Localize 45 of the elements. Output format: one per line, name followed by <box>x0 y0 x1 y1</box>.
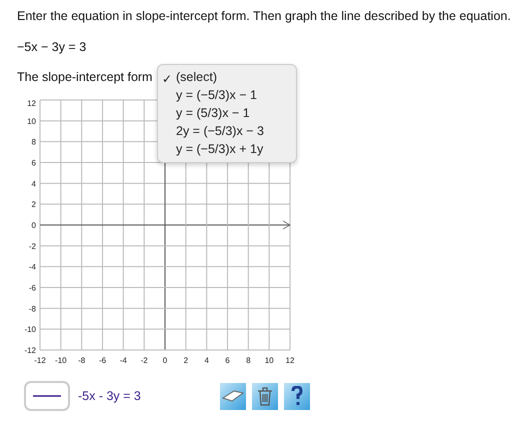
line-equation-label: -5x - 3y = 3 <box>78 389 141 403</box>
dropdown-option[interactable]: y = (5/3)x − 1 <box>176 104 250 122</box>
y-tick-label: 2 <box>32 200 36 210</box>
y-tick-label: -4 <box>28 262 36 272</box>
trash-icon <box>257 386 273 406</box>
y-tick-label: 12 <box>27 99 36 108</box>
x-tick-label: -12 <box>34 356 46 365</box>
help-button[interactable] <box>284 382 310 410</box>
y-tick-label: -12 <box>24 346 36 355</box>
y-tick-label: 4 <box>32 179 36 188</box>
y-tick-label: -6 <box>28 284 36 292</box>
x-tick-label: 4 <box>204 356 209 365</box>
x-tick-label: -10 <box>55 356 67 365</box>
x-tick-label: -6 <box>98 356 106 365</box>
eraser-icon <box>222 389 244 403</box>
y-tick-label: 8 <box>32 138 36 147</box>
line-icon <box>33 395 61 397</box>
equation: −5x − 3y = 3 <box>17 40 86 54</box>
eraser-button[interactable] <box>220 382 246 410</box>
check-mark: ✓ <box>161 71 173 84</box>
x-tick-label: 0 <box>162 356 168 365</box>
dropdown-option[interactable]: y = (−5/3)x − 1 <box>176 86 257 104</box>
y-tick-label: 10 <box>27 116 36 126</box>
x-tick-label: -2 <box>140 356 148 365</box>
instructions: Enter the equation in slope-intercept form. Then graph the line described by the equation. <box>17 8 512 25</box>
x-tick-label: 2 <box>184 356 188 365</box>
y-tick-label: -8 <box>28 304 36 314</box>
help-icon <box>291 386 303 406</box>
x-tick-label: 6 <box>225 356 230 365</box>
x-tick-label: 8 <box>246 356 251 365</box>
x-tick-label: 12 <box>286 356 294 365</box>
x-tick-label: -4 <box>120 356 127 365</box>
x-tick-label: -8 <box>78 356 86 365</box>
y-tick-label: -2 <box>28 242 36 251</box>
dropdown-menu[interactable]: ✓ (select) y = (−5/3)x − 1 y = (5/3)x − 1 2y = (−5/3)x − 3 y = (−5/3)x + 1y <box>157 64 297 163</box>
dropdown-option[interactable]: y = (−5/3)x + 1y <box>176 140 264 158</box>
answer-label: The slope-intercept form <box>17 70 152 84</box>
line-style-button[interactable] <box>24 381 70 411</box>
y-tick-label: 6 <box>32 158 36 168</box>
dropdown-option[interactable]: 2y = (−5/3)x − 3 <box>176 122 264 140</box>
x-tick-label: 10 <box>264 356 274 365</box>
y-tick-label: 0 <box>32 221 36 230</box>
trash-button[interactable] <box>252 382 278 410</box>
dropdown-option[interactable]: (select) <box>176 68 217 86</box>
y-tick-label: -10 <box>24 325 36 334</box>
